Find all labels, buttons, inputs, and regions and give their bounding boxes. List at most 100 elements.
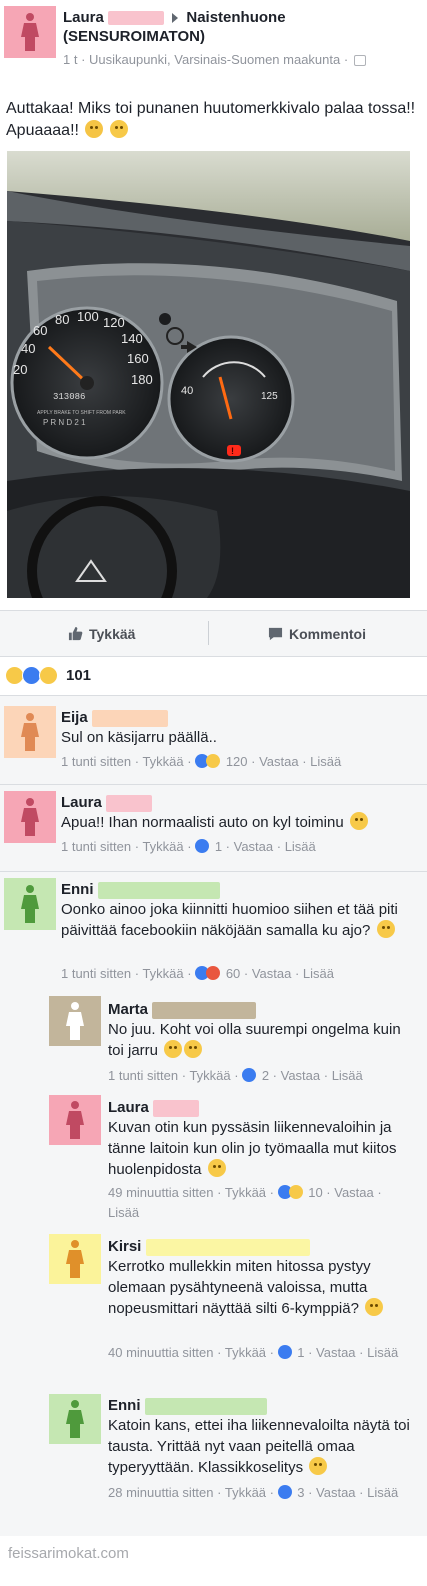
- comment-like-link[interactable]: Tykkää: [189, 1068, 230, 1083]
- like-reaction-icon: [242, 1068, 257, 1082]
- comment-more-link[interactable]: Lisää: [108, 1205, 139, 1220]
- comment-text-row: Kuvan otin kun pyssäsin liikennevaloihin…: [108, 1117, 414, 1180]
- person-icon: [66, 1400, 84, 1438]
- comment-reply-link[interactable]: Vastaa: [316, 1345, 356, 1360]
- comment-text: Oonko ainoo joka kiinnitti huomioo siihe…: [61, 901, 398, 939]
- reply: Laura Kuvan otin kun pyssäsin liikenneva…: [0, 1095, 427, 1231]
- comment-like-link[interactable]: Tykkää: [225, 1345, 266, 1360]
- comment-reply-link[interactable]: Vastaa: [316, 1485, 356, 1500]
- person-icon: [21, 13, 39, 51]
- comment: Laura Apua!! Ihan normaalisti auto on ky…: [0, 785, 427, 871]
- reply: Enni Katoin kans, ettei iha liikennevalo…: [0, 1394, 427, 1530]
- comment-button[interactable]: Kommentoi: [268, 611, 366, 656]
- comment-reply-link[interactable]: Vastaa: [252, 966, 292, 981]
- comment-time[interactable]: 1 tunti sitten: [61, 754, 131, 769]
- comment-more-link[interactable]: Lisää: [303, 966, 334, 981]
- reply: Marta No juu. Koht voi olla suurempi ong…: [0, 996, 427, 1092]
- group-name-line2[interactable]: (SENSUROIMATON): [63, 28, 205, 45]
- person-icon: [21, 798, 39, 836]
- commenter-name[interactable]: Kirsi: [108, 1238, 141, 1255]
- person-icon: [66, 1240, 84, 1278]
- wow-reaction-icon: [39, 665, 58, 685]
- speedo-tick: 120: [103, 315, 125, 330]
- comment-more-link[interactable]: Lisää: [367, 1485, 398, 1500]
- like-label: Tykkää: [89, 625, 136, 642]
- comment-reaction-count[interactable]: 60: [226, 966, 240, 981]
- comment-more-link[interactable]: Lisää: [332, 1068, 363, 1083]
- watermark: feissarimokat.com: [8, 1545, 129, 1562]
- relieved-emoji-icon: [184, 1040, 203, 1058]
- author-name[interactable]: Laura: [63, 9, 104, 26]
- temp-tick: 40: [181, 385, 193, 397]
- comment-text: Sul on käsijarru päällä..: [61, 729, 217, 746]
- commenter-name[interactable]: Enni: [61, 881, 94, 898]
- speedo-tick: 60: [33, 323, 47, 338]
- comment-reaction-count[interactable]: 1: [297, 1345, 304, 1360]
- group-name[interactable]: Naistenhuone: [186, 9, 285, 26]
- comment-more-link[interactable]: Lisää: [310, 754, 341, 769]
- comment-reaction-count[interactable]: 2: [262, 1068, 269, 1083]
- redacted-surname: [144, 1397, 267, 1415]
- warning-light: [227, 445, 241, 456]
- comment-label: Kommentoi: [289, 625, 366, 642]
- reactions-summary[interactable]: 101: [5, 664, 91, 686]
- comment-reaction-count[interactable]: 1: [215, 839, 222, 854]
- angry-reaction-icon: [206, 966, 221, 980]
- comment-like-link[interactable]: Tykkää: [225, 1185, 266, 1200]
- comment-reply-link[interactable]: Vastaa: [281, 1068, 321, 1083]
- comment-meta: 40 minuuttia sitten · Tykkää · 1 · Vasta…: [108, 1345, 399, 1360]
- commenter-avatar[interactable]: [49, 1394, 101, 1444]
- comment-time[interactable]: 28 minuuttia sitten: [108, 1485, 214, 1500]
- commenter-avatar[interactable]: [4, 706, 56, 758]
- commenter-avatar[interactable]: [4, 791, 56, 843]
- comment-reaction-count[interactable]: 10: [308, 1185, 322, 1200]
- commenter-name[interactable]: Marta: [108, 1001, 148, 1018]
- haha-reaction-icon: [288, 1185, 303, 1199]
- comment-like-link[interactable]: Tykkää: [225, 1485, 266, 1500]
- post-meta: 1 t · Uusikaupunki, Varsinais-Suomen maa…: [63, 52, 366, 67]
- like-button[interactable]: Tykkää: [68, 611, 135, 656]
- comment-reply-link[interactable]: Vastaa: [334, 1185, 374, 1200]
- commenter-avatar[interactable]: [4, 878, 56, 930]
- post-photo[interactable]: 20 40 60 80 100 120 140 160 180 313086 A…: [7, 151, 410, 598]
- comment-time[interactable]: 1 tunti sitten: [61, 839, 131, 854]
- audience-icon[interactable]: [353, 55, 366, 67]
- comment-reply-link[interactable]: Vastaa: [259, 754, 299, 769]
- post-title: Laura Naistenhuone (SENSUROIMATON): [63, 8, 286, 46]
- grinning-emoji-icon: [365, 1298, 384, 1316]
- commenter-name-row: Laura: [108, 1098, 200, 1117]
- warning-symbol: !: [231, 446, 234, 456]
- commenter-name[interactable]: Laura: [108, 1099, 149, 1116]
- redacted-surname: [97, 881, 220, 899]
- comment-time[interactable]: 1 tunti sitten: [108, 1068, 178, 1083]
- comment-like-link[interactable]: Tykkää: [142, 966, 183, 981]
- comment-time[interactable]: 49 minuuttia sitten: [108, 1185, 214, 1200]
- comment-time[interactable]: 1 tunti sitten: [61, 966, 131, 981]
- comment-reaction-count[interactable]: 120: [226, 754, 248, 769]
- comment-text-row: No juu. Koht voi olla suurempi ongelma k…: [108, 1019, 408, 1061]
- speedo-tick: 160: [127, 351, 149, 366]
- like-reaction-icon: [277, 1345, 292, 1359]
- author-avatar[interactable]: [4, 6, 56, 58]
- comment-more-link[interactable]: Lisää: [367, 1345, 398, 1360]
- commenter-name[interactable]: Laura: [61, 794, 102, 811]
- comment-like-link[interactable]: Tykkää: [142, 839, 183, 854]
- comments-section: Eija Sul on käsijarru päällä.. 1 tunti s…: [0, 696, 427, 1536]
- comment-like-link[interactable]: Tykkää: [142, 754, 183, 769]
- comment-time[interactable]: 40 minuuttia sitten: [108, 1345, 214, 1360]
- commenter-avatar[interactable]: [49, 1095, 101, 1145]
- redacted-surname: [145, 1238, 310, 1256]
- post-meta-text: 1 t · Uusikaupunki, Varsinais-Suomen maa…: [63, 52, 349, 67]
- commenter-name[interactable]: Eija: [61, 709, 88, 726]
- comment-meta: 49 minuuttia sitten · Tykkää · 10 · Vast…: [108, 1185, 382, 1220]
- commenter-avatar[interactable]: [49, 1234, 101, 1284]
- comment-more-link[interactable]: Lisää: [285, 839, 316, 854]
- odometer: 313086: [53, 392, 85, 402]
- redacted-surname: [91, 709, 168, 727]
- commenter-name-row: Enni: [61, 880, 220, 899]
- comment-reply-link[interactable]: Vastaa: [234, 839, 274, 854]
- commenter-name[interactable]: Enni: [108, 1397, 141, 1414]
- commenter-avatar[interactable]: [49, 996, 101, 1046]
- comment-reaction-count[interactable]: 3: [297, 1485, 304, 1500]
- comment-text: Kuvan otin kun pyssäsin liikennevaloihin…: [108, 1119, 397, 1178]
